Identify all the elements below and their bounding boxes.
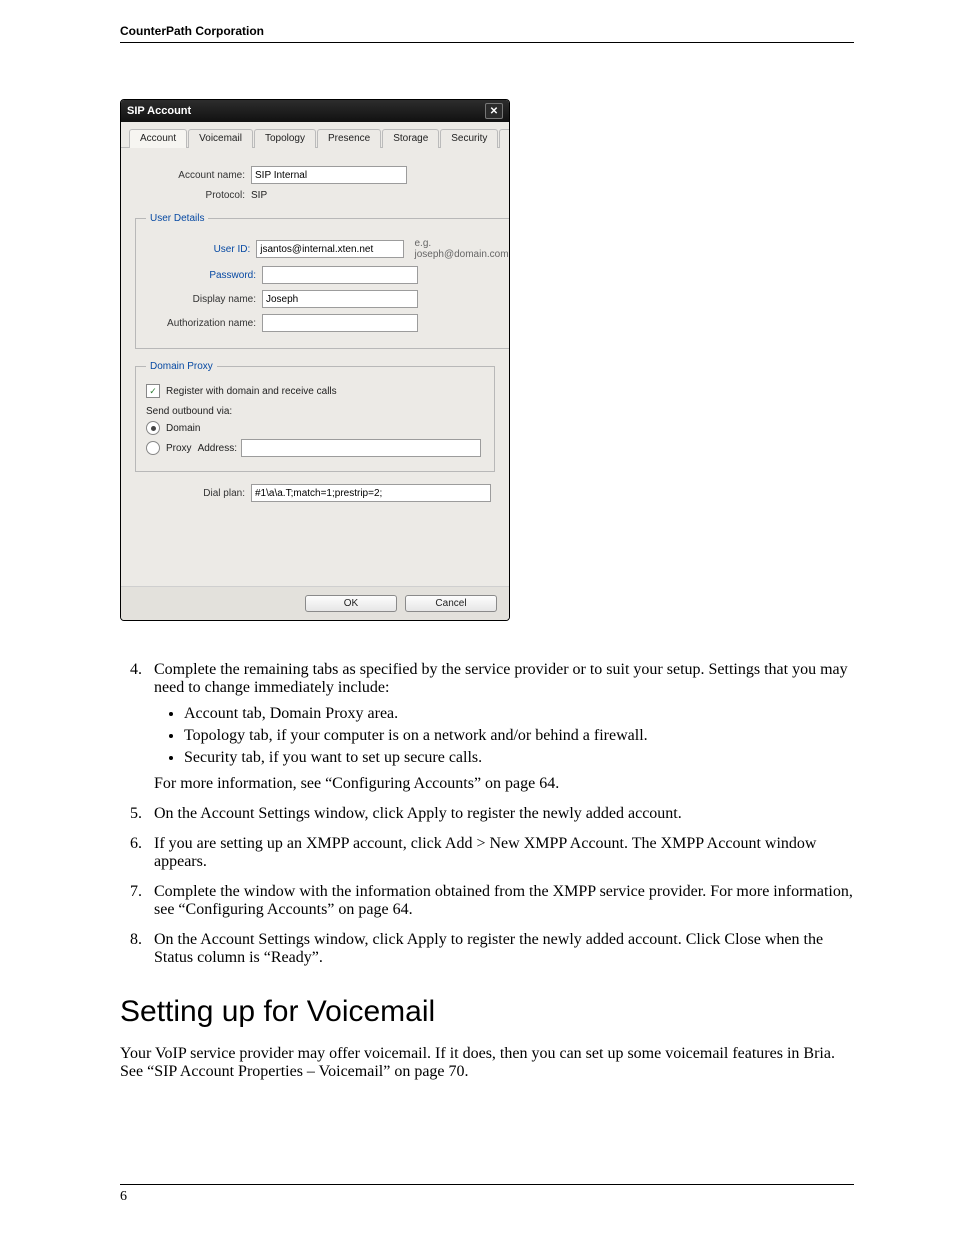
tab-security[interactable]: Security (440, 129, 498, 148)
password-label: Password: (146, 270, 262, 281)
tab-presence[interactable]: Presence (317, 129, 381, 148)
page-number: 6 (120, 1189, 854, 1205)
auth-name-label: Authorization name: (146, 318, 262, 329)
step-4-bullet-3: Security tab, if you want to set up secu… (184, 749, 854, 767)
protocol-value: SIP (251, 190, 267, 201)
send-outbound-label: Send outbound via: (146, 406, 484, 417)
header-rule (120, 42, 854, 43)
tab-voicemail[interactable]: Voicemail (188, 129, 253, 148)
dialog-tabs: Account Voicemail Topology Presence Stor… (121, 122, 509, 148)
step-4-bullets: Account tab, Domain Proxy area. Topology… (184, 705, 854, 767)
step-5: On the Account Settings window, click Ap… (146, 805, 854, 823)
step-4: Complete the remaining tabs as specified… (146, 661, 854, 793)
user-id-input[interactable] (256, 240, 404, 258)
register-checkbox[interactable]: ✓ (146, 384, 160, 398)
user-details-legend: User Details (146, 213, 208, 224)
proxy-address-label: Address: (198, 443, 237, 454)
register-checkbox-label: Register with domain and receive calls (166, 386, 337, 397)
section-voicemail-para: Your VoIP service provider may offer voi… (120, 1045, 854, 1081)
step-6: If you are setting up an XMPP account, c… (146, 835, 854, 871)
display-name-label: Display name: (146, 294, 262, 305)
user-details-group: User Details User ID: e.g. joseph@domain… (135, 213, 510, 349)
domain-proxy-legend: Domain Proxy (146, 361, 217, 372)
tab-advanced[interactable]: Advanced (499, 129, 510, 148)
account-name-label: Account name: (135, 170, 251, 181)
instruction-steps: Complete the remaining tabs as specified… (146, 661, 854, 967)
display-name-input[interactable] (262, 290, 418, 308)
proxy-address-input[interactable] (241, 439, 481, 457)
sip-account-dialog: SIP Account ✕ Account Voicemail Topology… (120, 99, 510, 621)
account-name-input[interactable] (251, 166, 407, 184)
ok-button[interactable]: OK (305, 595, 397, 612)
page-header-title: CounterPath Corporation (120, 24, 854, 38)
user-id-label: User ID: (146, 244, 256, 255)
radio-domain-label: Domain (166, 423, 200, 434)
tab-storage[interactable]: Storage (382, 129, 439, 148)
dial-plan-input[interactable] (251, 484, 491, 502)
domain-proxy-group: Domain Proxy ✓ Register with domain and … (135, 361, 495, 472)
radio-proxy[interactable] (146, 441, 160, 455)
step-8: On the Account Settings window, click Ap… (146, 931, 854, 967)
tab-panel-account: Account name: Protocol: SIP User Details… (121, 148, 509, 586)
section-heading-voicemail: Setting up for Voicemail (120, 995, 854, 1029)
step-7: Complete the window with the information… (146, 883, 854, 919)
step-4-bullet-1: Account tab, Domain Proxy area. (184, 705, 854, 723)
radio-proxy-label: Proxy (166, 443, 192, 454)
dialog-title: SIP Account (127, 105, 191, 117)
auth-name-input[interactable] (262, 314, 418, 332)
step-4-text: Complete the remaining tabs as specified… (154, 661, 848, 696)
footer-rule (120, 1184, 854, 1185)
step-4-after: For more information, see “Configuring A… (154, 775, 854, 793)
step-4-bullet-2: Topology tab, if your computer is on a n… (184, 727, 854, 745)
dial-plan-label: Dial plan: (135, 488, 251, 499)
protocol-label: Protocol: (135, 190, 251, 201)
radio-domain[interactable] (146, 421, 160, 435)
user-id-hint: e.g. joseph@domain.com (414, 238, 510, 260)
tab-topology[interactable]: Topology (254, 129, 316, 148)
cancel-button[interactable]: Cancel (405, 595, 497, 612)
close-icon[interactable]: ✕ (485, 103, 503, 119)
tab-account[interactable]: Account (129, 129, 187, 148)
dialog-titlebar: SIP Account ✕ (121, 100, 509, 122)
password-input[interactable] (262, 266, 418, 284)
dialog-button-bar: OK Cancel (121, 586, 509, 620)
